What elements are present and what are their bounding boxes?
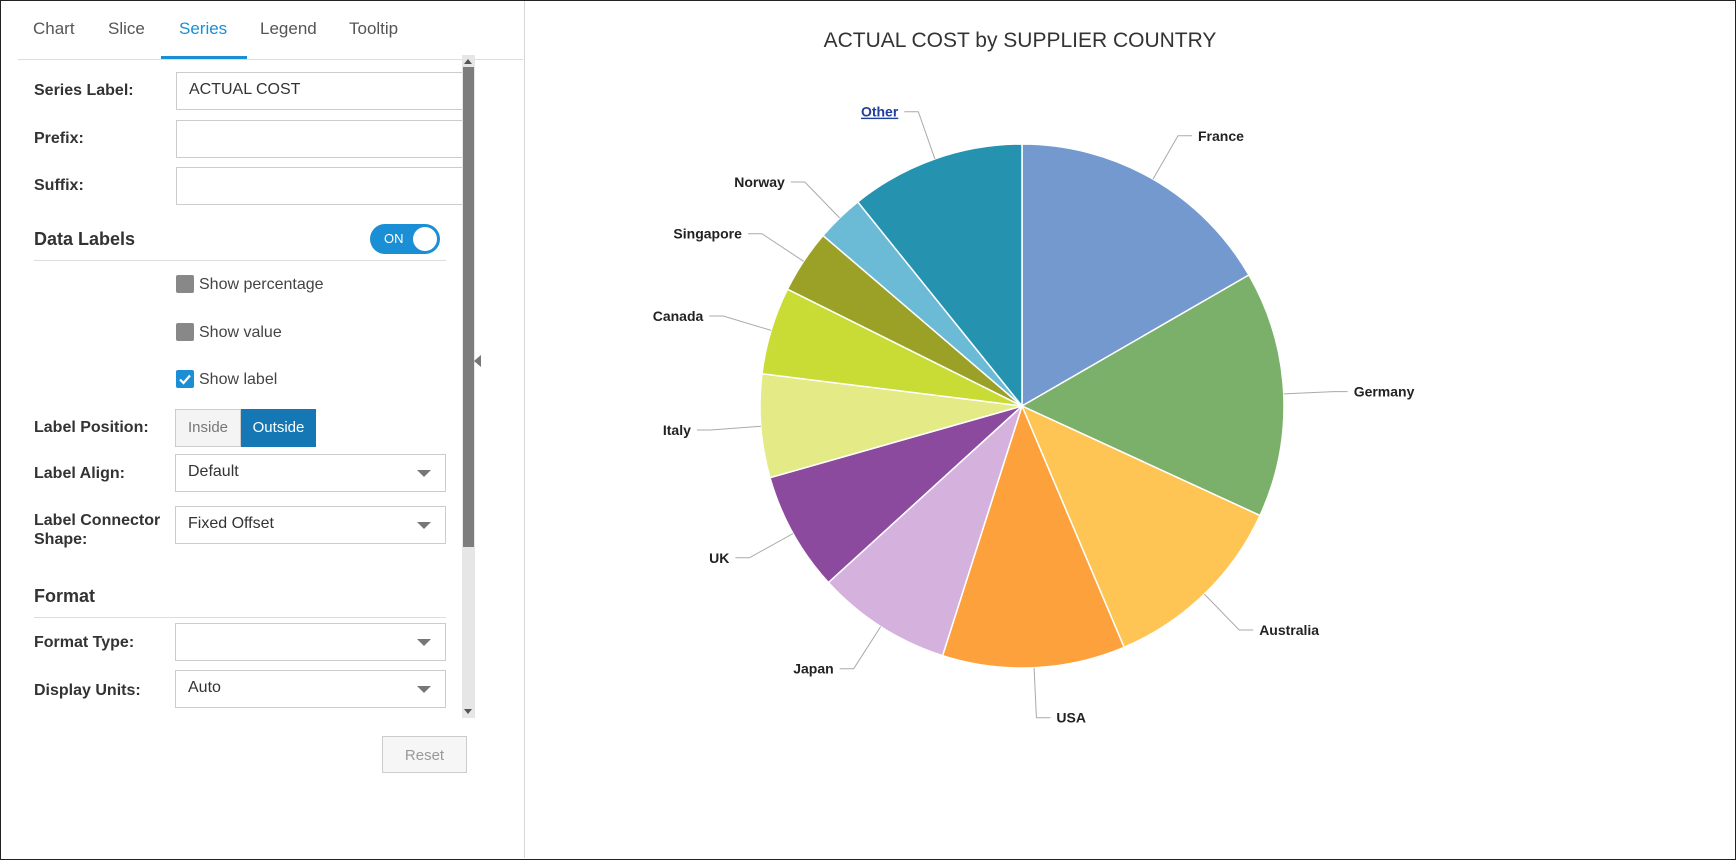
- reset-button[interactable]: Reset: [382, 736, 467, 773]
- pie-label-france: France: [1198, 128, 1244, 144]
- connector-norway: [790, 181, 840, 219]
- show-percentage-label: Show percentage: [199, 276, 324, 293]
- show-value-label: Show value: [199, 324, 282, 341]
- scroll-down-arrow-icon[interactable]: [464, 709, 472, 714]
- label-align-label: Label Align:: [34, 465, 125, 482]
- pie-label-other[interactable]: Other: [861, 104, 899, 120]
- label-connector-select[interactable]: Fixed Offset: [175, 506, 446, 544]
- pie-label-singapore: Singapore: [673, 226, 742, 242]
- tab-legend[interactable]: Legend: [260, 19, 317, 39]
- suffix-input[interactable]: [176, 167, 474, 205]
- prefix-input[interactable]: [176, 120, 474, 158]
- connector-italy: [696, 425, 761, 431]
- connector-usa: [1033, 667, 1051, 719]
- divider: [34, 617, 446, 618]
- toggle-knob: [413, 227, 437, 251]
- panel-scrollbar[interactable]: [462, 55, 475, 718]
- show-value-checkbox[interactable]: [176, 323, 194, 341]
- chevron-down-icon: [417, 686, 431, 693]
- settings-panel: Chart Slice Series Legend Tooltip Series…: [1, 1, 525, 858]
- connector-canada: [709, 315, 772, 331]
- label-align-select[interactable]: Default: [175, 454, 446, 492]
- chart-area: ACTUAL COST by SUPPLIER COUNTRY France Ge…: [475, 1, 1565, 776]
- display-units-value: Auto: [188, 679, 221, 696]
- divider: [34, 260, 446, 261]
- pie-label-uk: UK: [709, 550, 729, 566]
- pie-label-germany: Germany: [1354, 384, 1415, 400]
- pie-label-norway: Norway: [734, 174, 785, 190]
- pie-label-italy: Italy: [663, 422, 691, 438]
- label-position-label: Label Position:: [34, 419, 149, 436]
- format-heading: Format: [34, 586, 96, 606]
- connector-australia: [1204, 593, 1254, 631]
- pie-label-canada: Canada: [653, 308, 704, 324]
- scroll-up-arrow-icon[interactable]: [464, 59, 472, 64]
- chevron-down-icon: [417, 470, 431, 477]
- prefix-label: Prefix:: [34, 130, 84, 147]
- connector-germany: [1283, 391, 1348, 395]
- connector-singapore: [747, 233, 804, 262]
- pie-chart: France Germany Australia USA Japan UK Italy Can…: [653, 104, 1415, 726]
- connector-france: [1152, 135, 1192, 180]
- show-label-checkbox[interactable]: [176, 370, 194, 388]
- data-labels-heading: Data Labels: [34, 229, 136, 249]
- show-label-label: Show label: [199, 371, 278, 388]
- connector-japan: [839, 626, 882, 670]
- label-align-value: Default: [188, 463, 239, 480]
- series-label-input[interactable]: ACTUAL COST: [176, 72, 474, 110]
- scrollbar-thumb[interactable]: [463, 67, 474, 547]
- data-labels-toggle[interactable]: ON: [370, 224, 440, 254]
- label-position-outside-button[interactable]: Outside: [241, 409, 316, 447]
- tab-bar: Chart Slice Series Legend Tooltip: [18, 1, 523, 60]
- display-units-select[interactable]: Auto: [175, 670, 446, 708]
- label-connector-label-line1: Label Connector: [34, 512, 161, 529]
- format-type-select[interactable]: [175, 623, 446, 661]
- active-tab-indicator: [161, 56, 247, 59]
- series-label-label: Series Label:: [34, 82, 134, 99]
- tab-slice[interactable]: Slice: [108, 19, 145, 39]
- format-type-label: Format Type:: [34, 634, 135, 651]
- pie-label-usa: USA: [1056, 710, 1086, 726]
- tab-chart[interactable]: Chart: [33, 19, 75, 39]
- label-connector-label-line2: Shape:: [34, 531, 88, 548]
- toggle-state-text: ON: [384, 231, 404, 246]
- show-percentage-checkbox[interactable]: [176, 275, 194, 293]
- chevron-down-icon: [417, 522, 431, 529]
- connector-uk: [735, 533, 794, 559]
- pie-label-japan: Japan: [793, 661, 833, 677]
- label-connector-value: Fixed Offset: [188, 515, 274, 532]
- label-position-inside-button[interactable]: Inside: [175, 409, 241, 447]
- pie-label-australia: Australia: [1259, 622, 1319, 638]
- checkmark-icon: [179, 374, 191, 385]
- tab-series[interactable]: Series: [179, 19, 227, 39]
- suffix-label: Suffix:: [34, 177, 84, 194]
- display-units-label: Display Units:: [34, 682, 141, 699]
- connector-other: [904, 111, 936, 160]
- chevron-down-icon: [417, 639, 431, 646]
- tab-tooltip[interactable]: Tooltip: [349, 19, 398, 39]
